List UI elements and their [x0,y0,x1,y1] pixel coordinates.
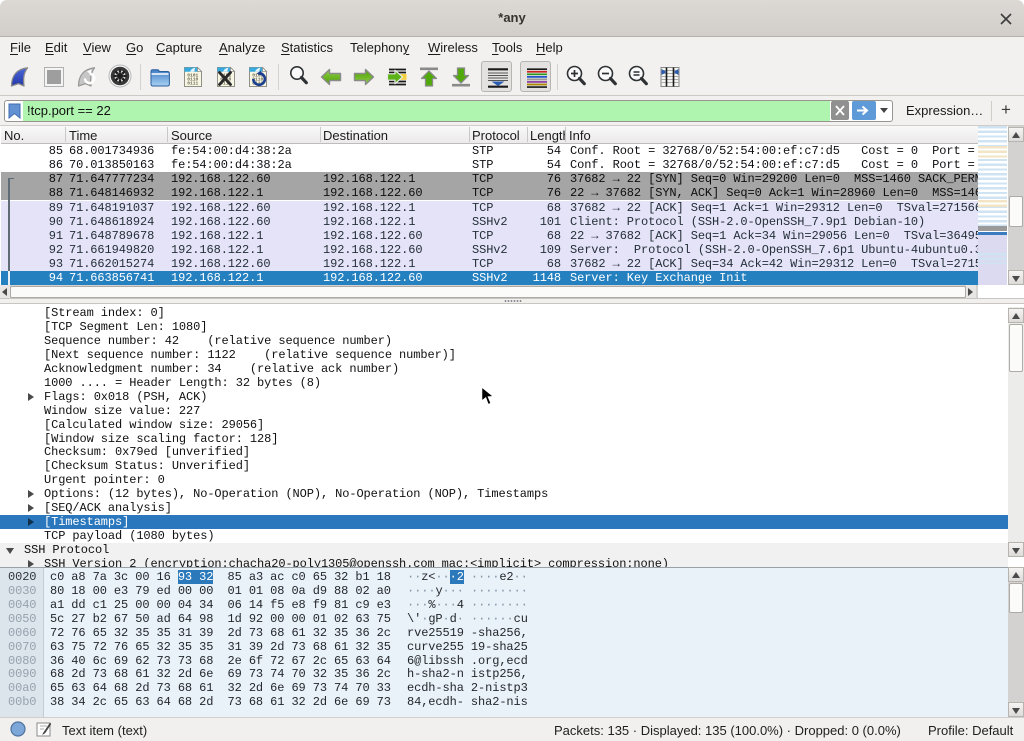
svg-text:0111: 0111 [187,80,198,86]
